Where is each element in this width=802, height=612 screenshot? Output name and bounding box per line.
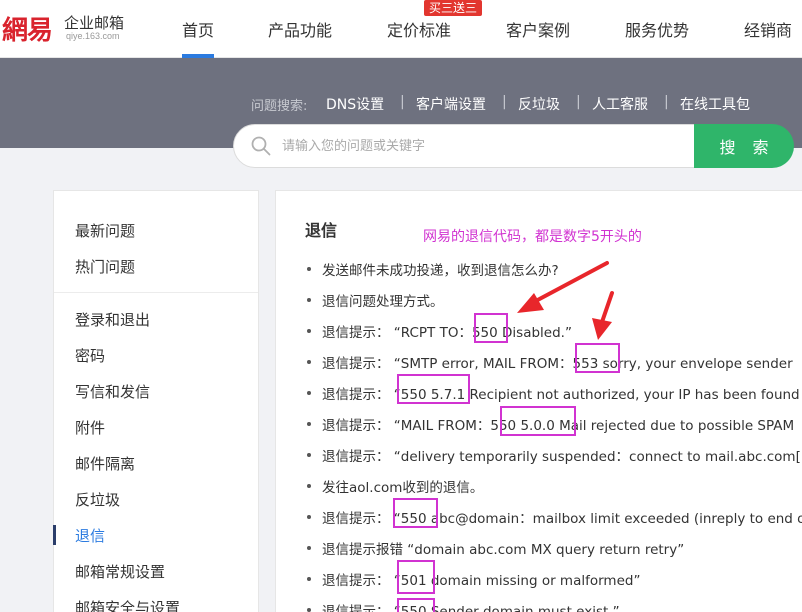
arrow-icon	[592, 291, 614, 340]
annotation-arrows	[517, 261, 614, 340]
arrow-icon	[517, 261, 609, 313]
